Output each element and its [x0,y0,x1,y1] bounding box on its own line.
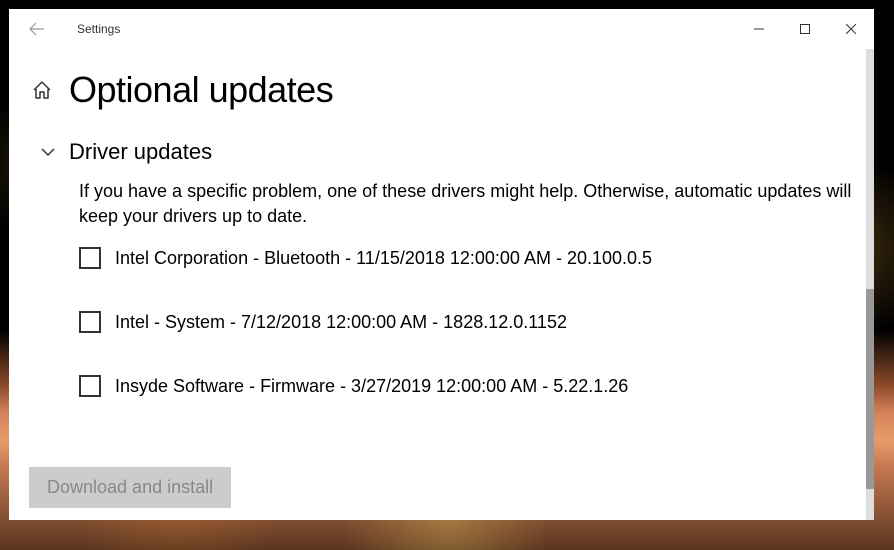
back-arrow-icon [29,22,45,36]
scrollbar-thumb[interactable] [866,289,874,489]
section-description: If you have a specific problem, one of t… [79,179,854,229]
content-area: Optional updates Driver updates If you h… [9,49,874,520]
close-button[interactable] [828,9,874,49]
maximize-button[interactable] [782,9,828,49]
page-title: Optional updates [69,69,333,111]
close-icon [846,24,856,34]
download-install-button[interactable]: Download and install [29,467,231,508]
titlebar: Settings [9,9,874,49]
settings-window: Settings Optional updates [9,9,874,520]
section-title: Driver updates [69,139,212,165]
update-item: Insyde Software - Firmware - 3/27/2019 1… [79,375,854,397]
window-title: Settings [77,22,120,36]
scrollbar-track[interactable] [866,49,874,520]
update-item: Intel - System - 7/12/2018 12:00:00 AM -… [79,311,854,333]
back-button[interactable] [27,19,47,39]
minimize-button[interactable] [736,9,782,49]
update-label: Intel Corporation - Bluetooth - 11/15/20… [115,248,652,269]
home-icon [31,79,53,101]
update-item: Intel Corporation - Bluetooth - 11/15/20… [79,247,854,269]
window-controls [736,9,874,49]
driver-updates-header[interactable]: Driver updates [41,139,854,165]
update-checkbox[interactable] [79,247,101,269]
chevron-down-icon [41,145,55,159]
section-body: If you have a specific problem, one of t… [79,179,854,397]
update-label: Intel - System - 7/12/2018 12:00:00 AM -… [115,312,567,333]
minimize-icon [754,24,764,34]
update-checkbox[interactable] [79,375,101,397]
update-label: Insyde Software - Firmware - 3/27/2019 1… [115,376,628,397]
page-header: Optional updates [31,69,854,111]
update-checkbox[interactable] [79,311,101,333]
home-button[interactable] [31,79,53,101]
maximize-icon [800,24,810,34]
